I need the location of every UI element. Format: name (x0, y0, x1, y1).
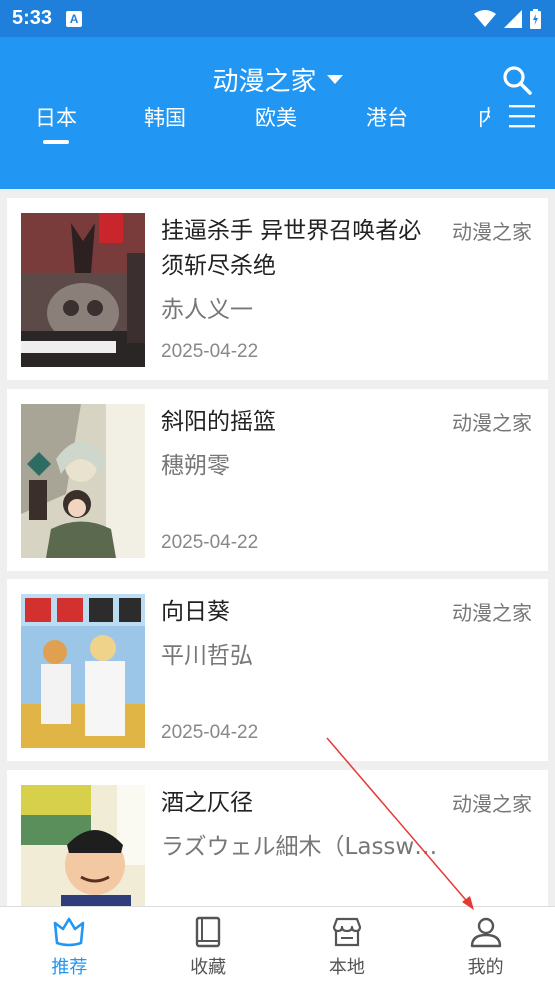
tab-mainland: 内 (478, 106, 490, 128)
list-item[interactable]: 挂逼杀手 异世界召唤者必须斩尽杀绝 赤人义一 2025-04-22 动漫之家 (7, 198, 548, 380)
nav-label: 推荐 (51, 957, 88, 978)
menu-icon[interactable] (509, 104, 535, 128)
tab-europe-america[interactable]: 欧美 (255, 102, 297, 132)
list-item[interactable]: 斜阳的摇篮 穗朔零 2025-04-22 动漫之家 (7, 389, 548, 571)
comic-source: 动漫之家 (452, 220, 532, 244)
signal-icon (504, 9, 522, 28)
comic-title: 斜阳的摇篮 (161, 409, 276, 435)
search-icon[interactable] (501, 64, 533, 96)
dropdown-arrow-icon (326, 74, 343, 84)
nav-label: 收藏 (190, 957, 227, 978)
list-item[interactable]: 酒之仄径 ラズウェル細木（Lasswell Hosoki） 动漫之家 (7, 770, 548, 906)
book-icon (195, 916, 221, 948)
nav-label: 我的 (467, 957, 504, 978)
comic-author: 平川哲弘 (161, 643, 253, 669)
nav-favorites[interactable]: 收藏 (139, 907, 278, 985)
store-icon (332, 917, 361, 947)
comic-cover (21, 213, 145, 367)
tab-indicator (43, 140, 69, 144)
comic-title: 挂逼杀手 异世界召唤者必须斩尽杀绝 (161, 218, 422, 279)
tab-korea[interactable]: 韩国 (144, 102, 186, 132)
comic-list: 挂逼杀手 异世界召唤者必须斩尽杀绝 赤人义一 2025-04-22 动漫之家 斜… (0, 189, 555, 906)
status-icons (474, 8, 541, 29)
status-time: 5:33 (12, 7, 53, 29)
tab-hk-tw[interactable]: 港台 (366, 102, 408, 132)
comic-author: 赤人义一 (161, 297, 253, 323)
nav-local[interactable]: 本地 (278, 907, 417, 985)
comic-cover (21, 404, 145, 558)
comic-cover (21, 785, 145, 906)
comic-date: 2025-04-22 (161, 532, 259, 553)
battery-icon (530, 8, 541, 29)
source-selector[interactable]: 动漫之家 (0, 61, 555, 98)
nav-label: 本地 (328, 957, 365, 978)
comic-source: 动漫之家 (452, 411, 532, 435)
comic-title: 向日葵 (161, 599, 230, 625)
comic-date: 2025-04-22 (161, 722, 259, 743)
comic-source: 动漫之家 (452, 792, 532, 816)
list-item[interactable]: 向日葵 平川哲弘 2025-04-22 动漫之家 (7, 579, 548, 761)
comic-cover (21, 594, 145, 748)
recommend-icon (54, 917, 85, 947)
tab-japan[interactable]: 日本 (35, 102, 77, 132)
bottom-navigation: 推荐 收藏 本地 我的 (0, 906, 555, 985)
nav-recommend[interactable]: 推荐 (0, 907, 139, 985)
comic-title: 酒之仄径 (161, 790, 253, 816)
comic-author: 穗朔零 (161, 453, 230, 479)
status-bar: 5:33 A (0, 0, 555, 37)
comic-author: ラズウェル細木（Lasswell Hosoki） (161, 834, 446, 860)
comic-date: 2025-04-22 (161, 341, 259, 362)
comic-source: 动漫之家 (452, 601, 532, 625)
tab-mainland-clipped[interactable]: 内 (470, 98, 490, 128)
wifi-icon (474, 9, 496, 27)
nav-profile[interactable]: 我的 (416, 907, 555, 985)
person-icon (470, 917, 501, 948)
app-title: 动漫之家 (212, 67, 317, 97)
app-notification-icon: A (66, 10, 83, 27)
